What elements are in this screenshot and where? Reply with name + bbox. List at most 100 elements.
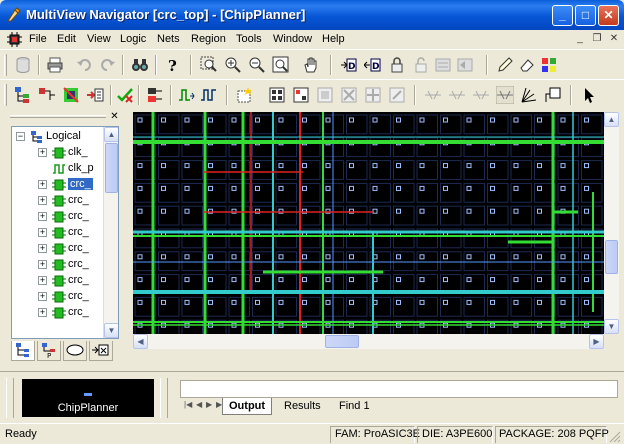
menu-view[interactable]: View — [87, 33, 111, 45]
tree-item[interactable]: + crc_ — [12, 225, 108, 241]
menu-window[interactable]: Window — [273, 33, 312, 45]
undo-icon[interactable] — [76, 56, 94, 74]
panel-grip[interactable] — [10, 115, 106, 118]
scroll-up-button[interactable]: ▲ — [604, 112, 619, 127]
dock-grip[interactable] — [6, 378, 14, 418]
pencil-icon[interactable] — [496, 56, 514, 74]
tree-item[interactable]: + crc_ — [12, 273, 108, 289]
fanout-icon[interactable] — [520, 86, 538, 104]
chip-vertical-scrollbar[interactable]: ▲ ▼ — [604, 112, 619, 334]
tab-next-icon[interactable]: ▶ — [206, 400, 215, 411]
tab-prev-icon[interactable]: ◀ — [196, 400, 205, 411]
expand-icon[interactable]: + — [38, 276, 47, 285]
tab-ports[interactable] — [89, 341, 113, 361]
chip-planner-icon[interactable] — [62, 86, 80, 104]
menu-nets[interactable]: Nets — [157, 33, 180, 45]
route-right-icon[interactable] — [472, 86, 490, 104]
menu-tools[interactable]: Tools — [236, 33, 262, 45]
tree-item[interactable]: + crc_ — [12, 289, 108, 305]
clock-net-alt-icon[interactable] — [200, 86, 218, 104]
route-both-icon[interactable] — [448, 86, 466, 104]
hierarchy-view-icon[interactable] — [14, 86, 32, 104]
tree-item[interactable]: clk_p — [12, 161, 108, 177]
find-binoculars-icon[interactable] — [131, 56, 149, 74]
route-active-icon[interactable] — [496, 86, 514, 104]
select-arrow-icon[interactable] — [580, 86, 598, 104]
menu-file[interactable]: File — [29, 33, 47, 45]
region-resize-icon[interactable] — [388, 86, 406, 104]
tree-item[interactable]: + crc_ — [12, 177, 108, 193]
database-icon[interactable] — [14, 56, 32, 74]
region-grid-icon[interactable] — [268, 86, 286, 104]
tree-scrollbar[interactable]: ▲ ▼ — [103, 127, 118, 338]
tree-root-logical[interactable]: − Logical — [12, 129, 108, 145]
tab-output[interactable]: Output — [222, 398, 273, 415]
cell-properties-icon[interactable] — [146, 86, 164, 104]
tree-item[interactable]: + crc_ — [12, 209, 108, 225]
tab-logical-hierarchy[interactable] — [11, 341, 35, 361]
minimize-button[interactable]: _ — [552, 5, 573, 26]
tree-item[interactable]: + crc_ — [12, 257, 108, 273]
revert-icon[interactable] — [456, 56, 474, 74]
region-unassign-icon[interactable] — [316, 86, 334, 104]
maximize-button[interactable]: □ — [575, 5, 596, 26]
expand-icon[interactable]: + — [38, 260, 47, 269]
chip-vscroll-thumb[interactable] — [605, 240, 618, 274]
new-region-icon[interactable] — [236, 86, 254, 104]
region-delete-icon[interactable] — [340, 86, 358, 104]
expand-icon[interactable]: + — [38, 292, 47, 301]
chip-planner-canvas[interactable] — [133, 112, 619, 349]
chip-floorplan[interactable] — [133, 112, 619, 349]
scroll-down-button[interactable]: ▼ — [104, 323, 118, 338]
expand-icon[interactable]: + — [38, 308, 47, 317]
tab-physical-hierarchy[interactable]: P — [37, 341, 61, 361]
expand-icon[interactable]: + — [38, 148, 47, 157]
menu-edit[interactable]: Edit — [57, 33, 76, 45]
mdi-close-button[interactable]: ✕ — [606, 32, 622, 46]
panel-close-icon[interactable]: ✕ — [109, 112, 120, 123]
scroll-left-button[interactable]: ◀ — [133, 334, 148, 349]
expand-icon[interactable]: + — [38, 196, 47, 205]
expand-icon[interactable]: + — [38, 180, 47, 189]
color-palette-icon[interactable] — [540, 56, 558, 74]
expand-icon[interactable]: + — [38, 244, 47, 253]
tree-scroll-thumb[interactable] — [105, 143, 118, 193]
expand-icon[interactable]: + — [38, 212, 47, 221]
unlock-icon[interactable] — [412, 56, 430, 74]
route-left-icon[interactable] — [424, 86, 442, 104]
toolbar-grip[interactable] — [4, 54, 7, 76]
tab-results[interactable]: Results — [278, 398, 327, 415]
region-move-icon[interactable] — [364, 86, 382, 104]
resize-grip-icon[interactable] — [608, 430, 621, 443]
clock-net-icon[interactable] — [178, 86, 196, 104]
pan-hand-icon[interactable] — [302, 56, 320, 74]
chip-icon[interactable] — [7, 32, 22, 47]
redo-icon[interactable] — [98, 56, 116, 74]
tab-first-icon[interactable]: |◀ — [184, 400, 193, 411]
menu-region[interactable]: Region — [191, 33, 226, 45]
add-net-icon[interactable]: D — [340, 56, 358, 74]
collapse-icon[interactable]: − — [16, 132, 25, 141]
commit-icon[interactable] — [434, 56, 452, 74]
chip-hscroll-thumb[interactable] — [325, 335, 359, 348]
view-thumbnail[interactable]: ChipPlanner — [22, 379, 154, 417]
tab-regions[interactable] — [63, 341, 87, 361]
connect-box-icon[interactable] — [544, 86, 562, 104]
tab-find-1[interactable]: Find 1 — [333, 398, 376, 415]
dock-grip[interactable] — [160, 378, 168, 418]
zoom-in-icon[interactable] — [224, 56, 242, 74]
port-view-icon[interactable] — [86, 86, 104, 104]
close-button[interactable]: ✕ — [598, 5, 619, 26]
tree-item[interactable]: + crc_ — [12, 241, 108, 257]
timing-check-icon[interactable] — [116, 86, 134, 104]
tree-item[interactable]: + crc_ — [12, 305, 108, 321]
menu-help[interactable]: Help — [322, 33, 345, 45]
toolbar-grip[interactable] — [4, 84, 7, 106]
scroll-right-button[interactable]: ▶ — [589, 334, 604, 349]
menu-logic[interactable]: Logic — [120, 33, 146, 45]
scroll-down-button[interactable]: ▼ — [604, 319, 619, 334]
tree-item[interactable]: + crc_ — [12, 193, 108, 209]
output-log[interactable] — [180, 380, 618, 398]
help-icon[interactable]: ? — [163, 56, 181, 74]
remove-net-icon[interactable]: D — [364, 56, 382, 74]
